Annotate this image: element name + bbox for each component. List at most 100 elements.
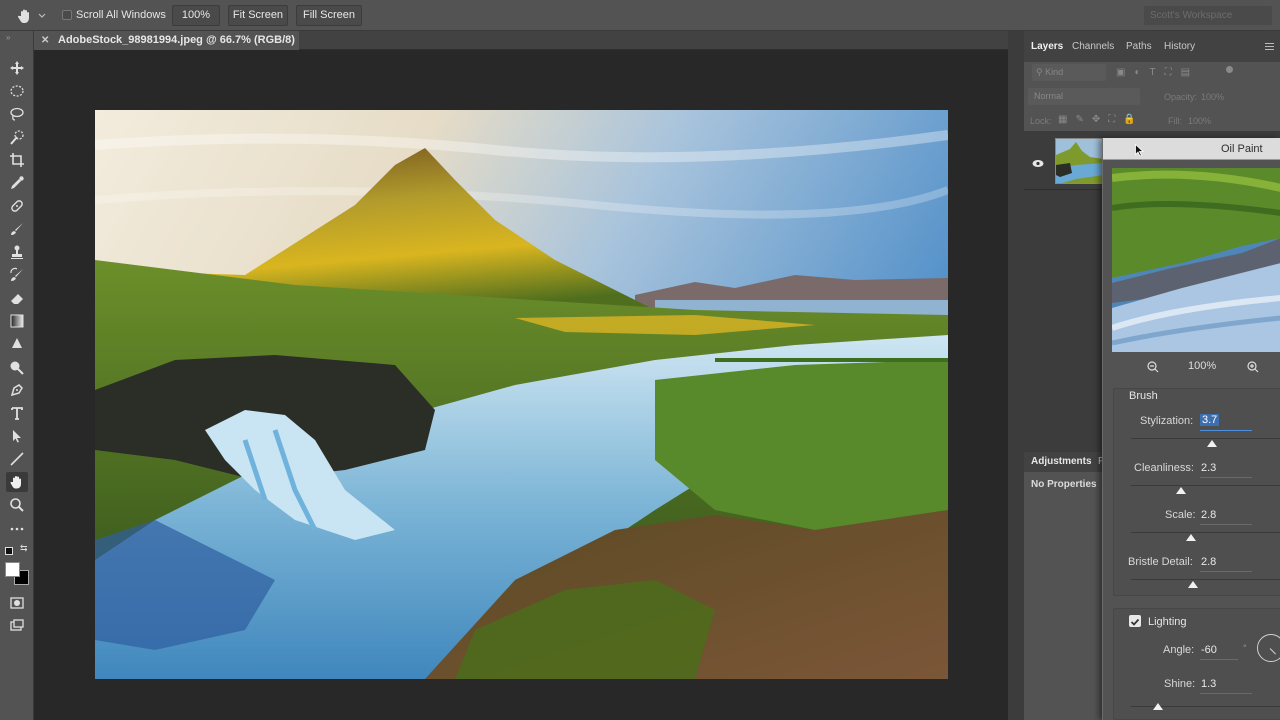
tab-history[interactable]: History bbox=[1164, 41, 1195, 52]
default-colors-icon[interactable] bbox=[5, 547, 13, 555]
cleanliness-slider-thumb[interactable] bbox=[1176, 487, 1186, 494]
kind-filter-label: Kind bbox=[1045, 67, 1064, 77]
lighting-label: Lighting bbox=[1148, 616, 1187, 628]
scale-value[interactable]: 2.8 bbox=[1201, 509, 1216, 521]
swap-colors-icon[interactable]: ⇆ bbox=[20, 543, 28, 554]
blend-mode-label: Normal bbox=[1034, 91, 1064, 101]
stylization-value[interactable]: 3.7 bbox=[1200, 414, 1220, 426]
scale-slider-thumb[interactable] bbox=[1186, 534, 1196, 541]
scroll-all-windows-checkbox[interactable] bbox=[62, 10, 72, 20]
bristle-detail-underline bbox=[1200, 571, 1252, 572]
cleanliness-slider[interactable] bbox=[1131, 485, 1280, 486]
angle-underline bbox=[1200, 659, 1238, 660]
stylization-slider[interactable] bbox=[1131, 438, 1280, 439]
close-tab-icon[interactable]: ✕ bbox=[41, 31, 49, 50]
cursor-icon bbox=[1135, 143, 1145, 162]
filter-toggle-icon[interactable] bbox=[1226, 66, 1233, 73]
stylization-slider-thumb[interactable] bbox=[1207, 440, 1217, 447]
tab-paths[interactable]: Paths bbox=[1126, 41, 1152, 52]
oil-paint-landscape-image[interactable] bbox=[95, 110, 948, 679]
adjustments-panel: Adjustments P No Properties bbox=[1024, 451, 1105, 720]
kind-filter[interactable]: ⚲ Kind bbox=[1032, 64, 1106, 81]
stylization-label: Stylization: bbox=[1140, 415, 1194, 427]
move-icon[interactable] bbox=[6, 58, 28, 78]
foreground-color-swatch[interactable] bbox=[5, 562, 20, 577]
toolbar-collapse-icon[interactable]: » bbox=[6, 33, 10, 42]
tab-layers[interactable]: Layers bbox=[1031, 41, 1063, 52]
fill-label: Fill: bbox=[1168, 116, 1182, 126]
path-select-icon[interactable] bbox=[6, 426, 28, 446]
hand-icon[interactable] bbox=[6, 472, 28, 492]
hand-tool-preset-icon[interactable] bbox=[16, 7, 48, 25]
shine-label: Shine: bbox=[1164, 678, 1196, 690]
lock-icons[interactable]: ▦✎✥⛶🔒 bbox=[1058, 114, 1144, 125]
zoom-out-icon[interactable] bbox=[1147, 360, 1159, 378]
lasso-icon[interactable] bbox=[6, 104, 28, 124]
brush-heading: Brush bbox=[1129, 390, 1158, 402]
shine-slider-thumb[interactable] bbox=[1153, 703, 1163, 710]
quick-mask-icon[interactable] bbox=[6, 593, 28, 613]
brush-icon[interactable] bbox=[6, 219, 28, 239]
dialog-title-bar[interactable]: Oil Paint bbox=[1103, 138, 1280, 160]
tab-adjustments[interactable]: Adjustments bbox=[1031, 456, 1092, 467]
pen-icon[interactable] bbox=[6, 380, 28, 400]
filter-preview[interactable] bbox=[1112, 168, 1280, 352]
blend-mode-select[interactable]: Normal bbox=[1028, 88, 1140, 105]
crop-icon[interactable] bbox=[6, 150, 28, 170]
zoom-in-icon[interactable] bbox=[1247, 360, 1259, 378]
fit-screen-button[interactable]: Fit Screen bbox=[228, 5, 288, 26]
cleanliness-value[interactable]: 2.3 bbox=[1201, 462, 1216, 474]
angle-value[interactable]: -60 bbox=[1201, 644, 1217, 656]
dodge-icon[interactable] bbox=[6, 357, 28, 377]
document-tab[interactable]: ✕ AdobeStock_98981994.jpeg @ 66.7% (RGB/… bbox=[34, 31, 299, 65]
dialog-title: Oil Paint bbox=[1221, 143, 1263, 155]
eraser-icon[interactable] bbox=[6, 288, 28, 308]
bristle-detail-slider[interactable] bbox=[1131, 579, 1280, 580]
bristle-detail-slider-thumb[interactable] bbox=[1188, 581, 1198, 588]
marquee-icon[interactable] bbox=[6, 81, 28, 101]
panel-menu-icon[interactable] bbox=[1265, 43, 1274, 50]
tools-panel: » ⇆ bbox=[0, 31, 34, 720]
scale-slider[interactable] bbox=[1131, 532, 1280, 533]
document-tab-bar: ✕ AdobeStock_98981994.jpeg @ 66.7% (RGB/… bbox=[34, 31, 1008, 65]
preview-zoom-value: 100% bbox=[1188, 360, 1217, 372]
opacity-label: Opacity: bbox=[1164, 92, 1198, 102]
fill-screen-button[interactable]: Fill Screen bbox=[296, 5, 362, 26]
shine-underline bbox=[1200, 693, 1252, 694]
eyedropper-icon[interactable] bbox=[6, 173, 28, 193]
shine-value[interactable]: 1.3 bbox=[1201, 678, 1216, 690]
layer-thumbnail[interactable] bbox=[1055, 138, 1103, 184]
bristle-detail-label: Bristle Detail: bbox=[1128, 556, 1193, 568]
options-bar: Scroll All Windows 100% Fit Screen Fill … bbox=[0, 0, 1280, 31]
scroll-all-windows-label: Scroll All Windows bbox=[76, 9, 166, 21]
history-brush-icon[interactable] bbox=[6, 265, 28, 285]
zoom-icon[interactable] bbox=[6, 495, 28, 515]
cleanliness-label: Cleanliness: bbox=[1134, 462, 1194, 474]
blur-icon[interactable] bbox=[6, 334, 28, 354]
angle-unit: ° bbox=[1243, 643, 1247, 653]
oil-paint-dialog: Oil Paint 100% Brush Stylization: 3.7 Cl… bbox=[1102, 138, 1280, 720]
line-icon[interactable] bbox=[6, 449, 28, 469]
scale-underline bbox=[1200, 524, 1252, 525]
bristle-detail-value[interactable]: 2.8 bbox=[1201, 556, 1216, 568]
more-icon[interactable] bbox=[6, 519, 28, 539]
opacity-value[interactable]: 100% bbox=[1201, 92, 1224, 102]
fill-value[interactable]: 100% bbox=[1188, 116, 1211, 126]
lighting-checkbox[interactable] bbox=[1129, 615, 1141, 627]
healing-icon[interactable] bbox=[6, 196, 28, 216]
stamp-icon[interactable] bbox=[6, 242, 28, 262]
lock-label: Lock: bbox=[1030, 116, 1052, 126]
filter-icons[interactable]: ▣◐T⛶▤ bbox=[1116, 67, 1199, 78]
zoom-100-button[interactable]: 100% bbox=[172, 5, 220, 26]
document-scrollbar[interactable] bbox=[1008, 31, 1024, 720]
no-properties-text: No Properties bbox=[1031, 479, 1097, 490]
angle-dial-icon[interactable] bbox=[1257, 634, 1280, 662]
workspace-switcher[interactable]: Scott's Workspace bbox=[1144, 6, 1272, 25]
type-icon[interactable] bbox=[6, 403, 28, 423]
scale-label: Scale: bbox=[1165, 509, 1196, 521]
tab-channels[interactable]: Channels bbox=[1072, 41, 1114, 52]
gradient-icon[interactable] bbox=[6, 311, 28, 331]
quick-select-icon[interactable] bbox=[6, 127, 28, 147]
screen-mode-icon[interactable] bbox=[6, 616, 28, 636]
eye-icon[interactable] bbox=[1032, 155, 1044, 173]
